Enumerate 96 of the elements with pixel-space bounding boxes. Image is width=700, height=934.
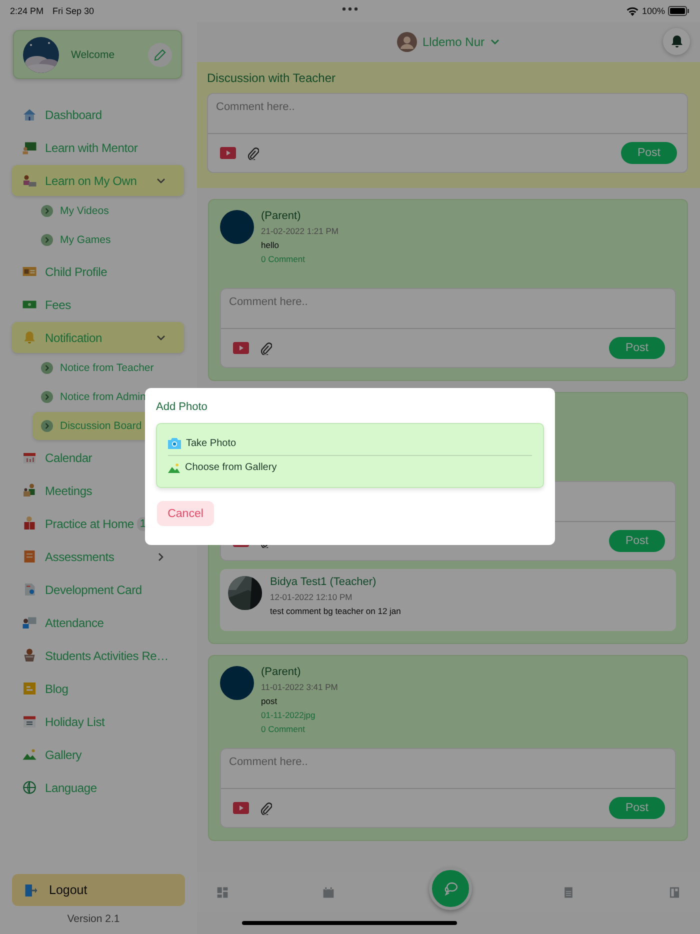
author-name: (Parent) (261, 210, 302, 222)
reply-date: 12-01-2022 12:10 PM (270, 592, 354, 602)
post-button[interactable]: Post (621, 142, 677, 164)
author-name: (Parent) (261, 666, 302, 678)
dialog-title: Add Photo (156, 401, 208, 413)
submenu-item[interactable]: My Games (33, 226, 184, 254)
welcome-text: Welcome (71, 48, 115, 60)
logout-button[interactable]: Logout (12, 874, 185, 906)
post-date: 21-02-2022 1:21 PM (261, 226, 338, 236)
menu-item[interactable]: Learn on My Own (12, 165, 184, 196)
video-icon[interactable] (220, 147, 236, 159)
comment-field[interactable]: Comment here.. (221, 289, 675, 329)
menu-item[interactable]: Dashboard (12, 99, 184, 130)
paperclip-icon[interactable] (260, 342, 272, 354)
pencil-icon (154, 48, 166, 60)
camera-icon (168, 438, 181, 449)
edit-button[interactable] (148, 42, 172, 66)
paperclip-icon[interactable] (260, 802, 272, 814)
post-button[interactable]: Post (609, 797, 665, 819)
post-button[interactable]: Post (609, 337, 665, 359)
chevron-down-icon (156, 332, 166, 342)
more-dots-icon (342, 7, 358, 11)
video-icon[interactable] (233, 802, 249, 814)
menu-item[interactable]: Attendance (12, 607, 184, 638)
clipboard-icon[interactable] (562, 886, 575, 898)
paperclip-icon[interactable] (247, 146, 259, 160)
menu-item[interactable]: Blog (12, 673, 184, 704)
status-date: Fri Sep 30 (52, 6, 94, 16)
avatar (220, 210, 254, 244)
video-icon[interactable] (233, 342, 249, 354)
status-time: 2:24 PM (10, 6, 44, 16)
cancel-button[interactable]: Cancel (157, 501, 214, 526)
calendar-icon (22, 714, 37, 729)
meeting-icon (22, 483, 37, 498)
globe-icon (22, 780, 37, 795)
dialog-option[interactable]: Choose from Gallery (168, 455, 532, 479)
student-board-icon (22, 615, 37, 630)
comment-field[interactable]: Comment here.. (221, 749, 675, 789)
user-menu[interactable]: Lldemo Nur (397, 32, 500, 52)
teacher-board-icon (22, 140, 37, 155)
menu-item[interactable]: Child Profile (12, 256, 184, 287)
post-text: post (261, 696, 278, 706)
basket-icon (22, 648, 37, 663)
author-name: Bidya Test1 (Teacher) (270, 576, 378, 588)
submenu-item[interactable]: My Videos (33, 197, 184, 225)
house-icon (22, 107, 37, 122)
notification-button[interactable] (663, 28, 690, 55)
menu-item[interactable]: Gallery (12, 739, 184, 770)
wifi-icon (626, 6, 639, 16)
landscape-icon (22, 747, 37, 762)
id-card-icon (22, 264, 37, 279)
person-laptop-icon (22, 173, 37, 188)
chevron-circle-icon (41, 205, 53, 217)
version-text: Version 2.1 (67, 913, 120, 925)
bell-icon (22, 330, 37, 345)
menu-item[interactable]: Development Card (12, 574, 184, 605)
battery-level: 100% (642, 6, 665, 16)
attachment-link[interactable]: 01-11-2022jpg (261, 710, 338, 720)
landscape-icon (168, 462, 180, 472)
chevron-circle-icon (41, 362, 53, 374)
chevron-down-icon (490, 37, 500, 47)
book-icon (22, 516, 37, 531)
post-text: hello (261, 240, 280, 250)
chevron-right-icon (156, 552, 166, 562)
avatar-icon (397, 32, 418, 52)
grid-icon[interactable] (216, 886, 229, 898)
comment-count-link[interactable]: 0 Comment (261, 724, 338, 734)
avatar (220, 666, 254, 700)
post-button[interactable]: Post (609, 530, 665, 552)
menu-item[interactable]: Assessments (12, 541, 184, 572)
menu-item[interactable]: Students Activities Re… (12, 640, 184, 671)
menu-item[interactable]: Learn with Mentor (12, 132, 184, 163)
menu-item[interactable]: Fees (12, 289, 184, 320)
menu-item[interactable]: Notification (12, 322, 184, 353)
clipboard-icon (22, 549, 37, 564)
document-icon (22, 582, 37, 597)
blog-icon (22, 681, 37, 696)
comment-count-link[interactable]: 0 Comment (261, 254, 338, 264)
chevron-down-icon (156, 176, 166, 186)
battery-icon (668, 6, 690, 16)
menu-item[interactable]: Holiday List (12, 706, 184, 737)
post-date: 11-01-2022 3:41 PM (261, 682, 338, 692)
chevron-circle-icon (41, 234, 53, 246)
calendar-icon[interactable] (322, 886, 336, 898)
calendar-icon (22, 450, 37, 465)
reply-text: test comment bg teacher on 12 jan (270, 606, 401, 616)
chevron-circle-icon (41, 391, 53, 403)
logout-icon (23, 882, 38, 898)
menu-item[interactable]: Language (12, 772, 184, 803)
chat-icon (442, 880, 458, 896)
chevron-circle-icon (41, 420, 53, 432)
submenu-item[interactable]: Notice from Teacher (33, 354, 184, 382)
book-icon[interactable] (668, 886, 681, 898)
comment-field[interactable]: Comment here.. (208, 94, 687, 134)
panel-title: Discussion with Teacher (207, 71, 337, 85)
bell-icon (670, 35, 682, 48)
